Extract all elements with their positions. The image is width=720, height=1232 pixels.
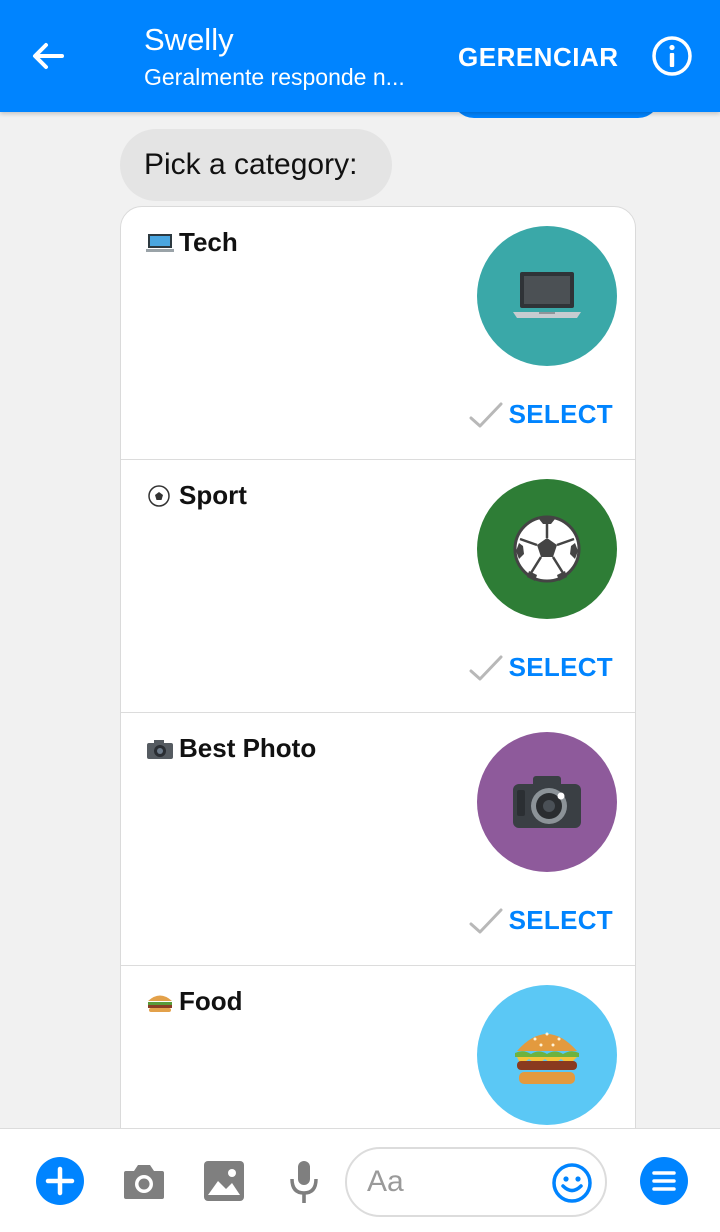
composer-bar: [0, 1128, 720, 1232]
select-label: SELECT: [508, 905, 613, 935]
chat-header: Swelly Geralmente responde n... GERENCIA…: [0, 0, 720, 112]
card-title-text: Food: [179, 986, 243, 1016]
laptop-icon: [513, 272, 581, 318]
card-title: Sport: [145, 480, 247, 511]
hamburger-emoji-icon: [148, 995, 172, 1012]
soccer-ball-icon: [513, 515, 581, 583]
category-card-list[interactable]: Tech SELECT Sport SELECT Best Photo SELE…: [120, 206, 636, 1146]
camera-emoji-icon: [147, 739, 173, 759]
card-title-text: Tech: [179, 227, 238, 257]
category-card-best-photo: Best Photo SELECT: [121, 713, 635, 966]
card-image[interactable]: [477, 985, 617, 1125]
category-card-tech: Tech SELECT: [121, 207, 635, 460]
category-card-food: Food: [121, 966, 635, 1145]
menu-icon[interactable]: [640, 1157, 688, 1205]
checkmark-icon: [469, 908, 503, 933]
laptop-emoji-icon: [146, 233, 174, 252]
card-image[interactable]: [477, 732, 617, 872]
card-image[interactable]: [477, 226, 617, 366]
select-label: SELECT: [508, 652, 613, 682]
select-button[interactable]: SELECT: [469, 905, 613, 936]
hamburger-icon: [515, 1032, 579, 1084]
card-image[interactable]: [477, 479, 617, 619]
card-title: Best Photo: [145, 733, 316, 764]
message-input-container: [345, 1147, 607, 1217]
chat-subtitle: Geralmente responde n...: [144, 64, 405, 90]
checkmark-icon: [469, 655, 503, 680]
back-arrow-icon[interactable]: [26, 34, 70, 78]
chat-title[interactable]: Swelly: [144, 22, 234, 58]
bot-message-bubble: Pick a category:: [120, 129, 392, 201]
image-icon[interactable]: [204, 1161, 244, 1201]
microphone-icon[interactable]: [288, 1159, 320, 1205]
card-title: Food: [145, 986, 243, 1017]
select-button[interactable]: SELECT: [469, 652, 613, 683]
select-button[interactable]: SELECT: [469, 399, 613, 430]
soccer-ball-emoji-icon: [148, 484, 170, 507]
message-input[interactable]: [367, 1161, 547, 1203]
card-title: Tech: [145, 227, 238, 258]
info-icon[interactable]: [650, 34, 694, 78]
card-title-text: Sport: [179, 480, 247, 510]
plus-icon[interactable]: [36, 1157, 84, 1205]
smiley-icon[interactable]: [551, 1162, 593, 1204]
checkmark-icon: [469, 402, 503, 427]
manage-button[interactable]: GERENCIAR: [458, 42, 619, 73]
camera-icon[interactable]: [122, 1161, 166, 1201]
camera-icon: [513, 776, 581, 828]
category-card-sport: Sport SELECT: [121, 460, 635, 713]
select-label: SELECT: [508, 399, 613, 429]
card-title-text: Best Photo: [179, 733, 317, 763]
